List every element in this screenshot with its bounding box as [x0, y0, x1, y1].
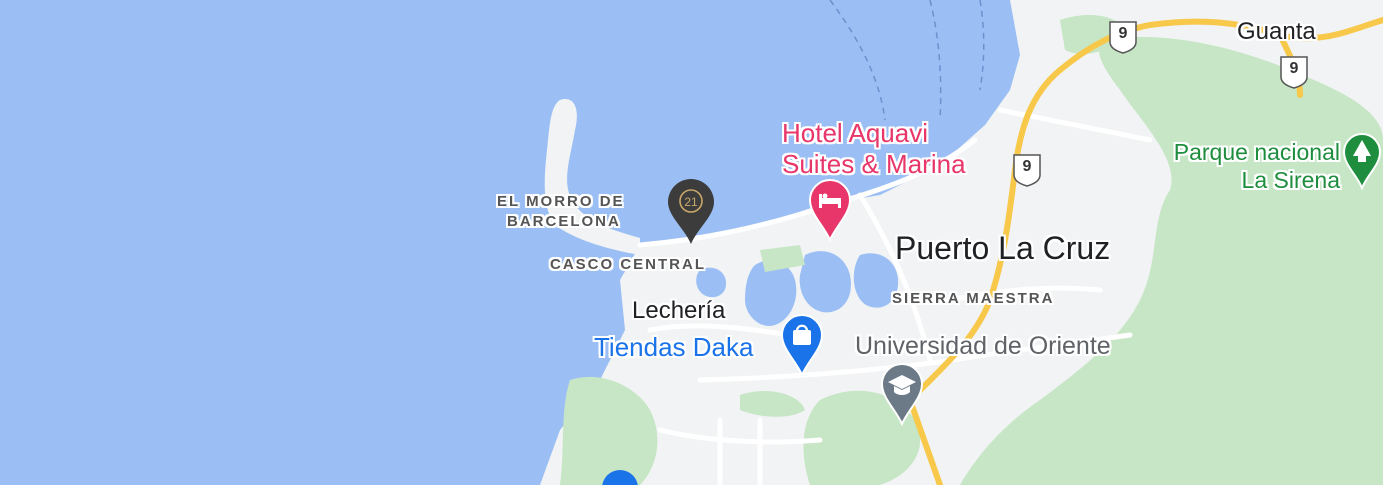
poi-parque-name-line2[interactable]: La Sirena [1122, 166, 1340, 194]
label-el-morro-line2: BARCELONA [507, 213, 621, 230]
route-shield-9-guanta: 9 [1279, 55, 1309, 89]
shopping-bag-icon[interactable] [780, 313, 824, 377]
route-shield-9-center: 9 [1012, 153, 1042, 187]
century21-pin-icon[interactable]: 21 [666, 178, 716, 246]
tree-icon[interactable] [1342, 132, 1382, 190]
poi-tiendas-daka-name[interactable]: Tiendas Daka [594, 332, 753, 363]
poi-parque-name-line1[interactable]: Parque nacional [1122, 138, 1340, 166]
partial-pin-icon[interactable] [600, 468, 640, 485]
bed-icon[interactable] [808, 178, 852, 242]
poi-universidad-name[interactable]: Universidad de Oriente [855, 332, 1111, 361]
label-sierra-maestra: SIERRA MAESTRA [892, 290, 1055, 307]
label-lecheria: Lechería [632, 297, 726, 324]
label-el-morro-line1: EL MORRO DE [497, 193, 625, 210]
poi-hotel-name-line2[interactable]: Suites & Marina [782, 149, 966, 179]
poi-hotel-name-line1[interactable]: Hotel Aquavi [782, 118, 928, 148]
graduation-cap-icon[interactable] [880, 362, 924, 426]
map-view[interactable]: EL MORRO DE BARCELONA CASCO CENTRAL SIER… [0, 0, 1383, 485]
route-shield-9-north: 9 [1108, 20, 1138, 54]
label-puerto-la-cruz: Puerto La Cruz [895, 230, 1111, 266]
label-casco-central: CASCO CENTRAL [550, 256, 706, 273]
c21-mark: 21 [684, 195, 698, 209]
label-guanta: Guanta [1237, 18, 1316, 45]
